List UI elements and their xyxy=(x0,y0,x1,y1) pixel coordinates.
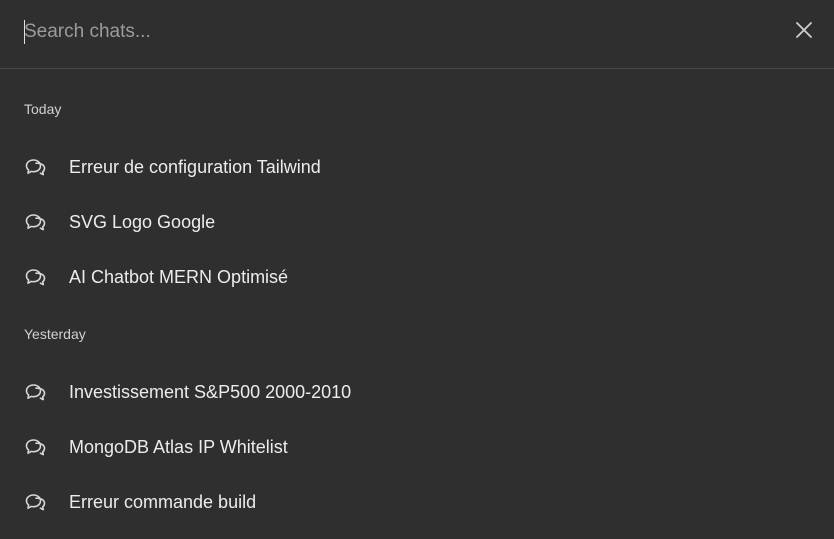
section-label-yesterday: Yesterday xyxy=(24,326,86,342)
text-caret xyxy=(24,20,25,44)
chat-item-label: AI Chatbot MERN Optimisé xyxy=(69,267,289,287)
chat-bubbles-icon xyxy=(25,269,46,286)
chat-item-label: Erreur de configuration Tailwind xyxy=(69,157,321,177)
close-button[interactable] xyxy=(792,18,816,42)
chat-item[interactable]: Investissement S&P500 2000-2010 xyxy=(12,370,822,414)
chat-bubbles-icon xyxy=(25,494,46,511)
close-icon xyxy=(796,22,812,38)
chat-item[interactable]: MongoDB Atlas IP Whitelist xyxy=(12,425,822,469)
chat-item[interactable]: SVG Logo Google xyxy=(12,200,822,244)
chat-item[interactable]: Erreur de configuration Tailwind xyxy=(12,145,822,189)
chat-bubbles-icon xyxy=(25,384,46,401)
section-label-today: Today xyxy=(24,101,62,117)
chat-item-label: SVG Logo Google xyxy=(69,212,216,232)
search-chats-dialog: Today Erreur de configuration Tailwind S… xyxy=(0,0,834,539)
chat-item-label: Erreur commande build xyxy=(69,492,257,512)
chat-bubbles-icon xyxy=(25,159,46,176)
chat-item[interactable]: AI Chatbot MERN Optimisé xyxy=(12,255,822,299)
search-bar xyxy=(0,0,834,69)
search-input[interactable] xyxy=(24,17,764,47)
chat-item[interactable]: Erreur commande build xyxy=(12,480,822,524)
chat-item-label: Investissement S&P500 2000-2010 xyxy=(69,382,352,402)
chat-bubbles-icon xyxy=(25,214,46,231)
chat-bubbles-icon xyxy=(25,439,46,456)
chat-item-label: MongoDB Atlas IP Whitelist xyxy=(69,437,288,457)
